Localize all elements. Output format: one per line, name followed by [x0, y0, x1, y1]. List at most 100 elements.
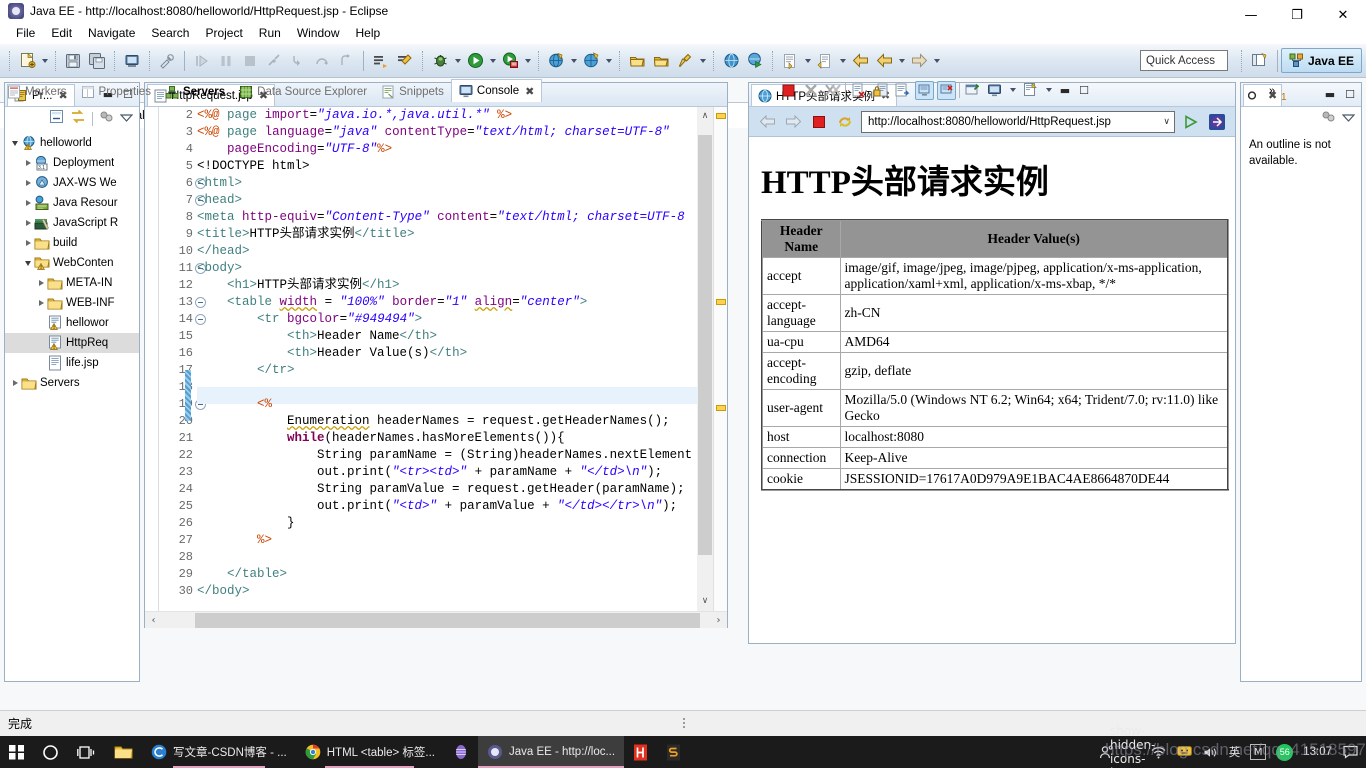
tab-servers[interactable]: Servers	[158, 81, 232, 102]
ime-icon[interactable]	[1177, 744, 1193, 760]
tree-item-meta-in[interactable]: META-IN	[5, 273, 139, 293]
code-line[interactable]: </table>	[197, 566, 697, 583]
scroll-thumb[interactable]	[698, 135, 712, 555]
code-line[interactable]: out.print("<td>" + paramValue + "</td></…	[197, 498, 697, 515]
ime-mode-label[interactable]: M	[1250, 744, 1267, 760]
code-line[interactable]: <th>Header Name</th>	[197, 328, 697, 345]
code-line[interactable]: <title>HTTP头部请求实例</title>	[197, 226, 697, 243]
debug-icon[interactable]	[428, 49, 452, 73]
menu-run[interactable]: Run	[251, 24, 289, 42]
run-server-dropdown-icon[interactable]	[522, 50, 533, 72]
editor-horizontal-scrollbar[interactable]: ‹ ›	[145, 611, 727, 628]
print-icon[interactable]	[120, 49, 144, 73]
tree-item-web-inf[interactable]: WEB-INF	[5, 293, 139, 313]
code-line[interactable]: out.print("<tr><td>" + paramName + "</td…	[197, 464, 697, 481]
remove-all-launches-icon[interactable]	[823, 81, 842, 100]
tree-item-jax-ws-we[interactable]: JAX-WS We	[5, 173, 139, 193]
previous-annotation-dropdown-icon[interactable]	[802, 50, 813, 72]
menu-search[interactable]: Search	[143, 24, 197, 42]
back-icon[interactable]	[848, 49, 872, 73]
code-content[interactable]: <%@ page import="java.io.*,java.util.*" …	[197, 107, 697, 628]
web-browser-icon[interactable]	[719, 49, 743, 73]
tree-item-javascript-r[interactable]: JavaScript R	[5, 213, 139, 233]
pin-console-icon[interactable]	[963, 81, 982, 100]
tab-markers[interactable]: Markers	[0, 81, 74, 102]
code-line[interactable]: <%@ page language="java" contentType="te…	[197, 124, 697, 141]
forward-dropdown-icon[interactable]	[931, 50, 942, 72]
code-line[interactable]: <tr bgcolor="#949494">	[197, 311, 697, 328]
chevron-right-icon[interactable]	[35, 280, 47, 286]
windows-start-icon[interactable]	[0, 736, 33, 768]
chevron-right-icon[interactable]	[22, 220, 34, 226]
stop-icon[interactable]	[809, 112, 829, 132]
perspective-tab-javaee[interactable]: Java EE	[1280, 48, 1362, 73]
search-icon[interactable]	[673, 49, 697, 73]
run-on-server-icon[interactable]	[743, 49, 767, 73]
code-line[interactable]: while(headerNames.hasMoreElements()){	[197, 430, 697, 447]
editor-overview-ruler[interactable]	[713, 107, 727, 628]
back-dropdown-icon[interactable]	[896, 50, 907, 72]
run-dropdown-icon[interactable]	[487, 50, 498, 72]
open-type-icon[interactable]	[625, 49, 649, 73]
code-line[interactable]	[197, 379, 697, 396]
tree-item-hellowor[interactable]: hellowor	[5, 313, 139, 333]
code-line[interactable]: <h1>HTTP头部请求实例</h1>	[197, 277, 697, 294]
menu-window[interactable]: Window	[289, 24, 348, 42]
forward-arrow-icon[interactable]	[783, 112, 803, 132]
tree-item-httpreq[interactable]: HttpReq	[5, 333, 139, 353]
code-line[interactable]: <table width = "100%" border="1" align="…	[197, 294, 697, 311]
code-line[interactable]: <%	[197, 396, 697, 413]
action-center-icon[interactable]	[1342, 744, 1358, 760]
run-server-icon[interactable]	[498, 49, 522, 73]
scroll-down-icon[interactable]: ∨	[697, 592, 713, 610]
tree-item-build[interactable]: build	[5, 233, 139, 253]
tree-item-servers[interactable]: Servers	[5, 373, 139, 393]
go-icon[interactable]	[1181, 112, 1201, 132]
maximize-view-button[interactable]: ☐	[1076, 82, 1092, 98]
chevron-right-icon[interactable]	[22, 180, 34, 186]
menu-help[interactable]: Help	[348, 24, 389, 42]
back-arrow-icon[interactable]	[757, 112, 777, 132]
next-annotation-dropdown-icon[interactable]	[837, 50, 848, 72]
code-line[interactable]: String paramValue = request.getHeader(pa…	[197, 481, 697, 498]
open-console-icon[interactable]	[1021, 81, 1040, 100]
notification-badge[interactable]: 56	[1276, 743, 1294, 761]
new-wizard-icon[interactable]	[15, 49, 39, 73]
scroll-thumb[interactable]	[195, 613, 700, 628]
tab-data-source-explorer[interactable]: Data Source Explorer	[232, 81, 374, 102]
tree-item-helloworld[interactable]: helloworld	[5, 133, 139, 153]
tab-outline[interactable]: ✖	[1243, 84, 1283, 106]
scroll-lock-icon[interactable]	[871, 81, 890, 100]
display-selected-console-dropdown-icon[interactable]	[1007, 79, 1018, 101]
open-perspective-icon[interactable]	[1248, 49, 1270, 71]
code-line[interactable]: <%@ page import="java.io.*,java.util.*" …	[197, 107, 697, 124]
code-line[interactable]: </head>	[197, 243, 697, 260]
taskbar-item-eclipse[interactable]: Java EE - http://loc...	[477, 736, 625, 768]
scroll-left-icon[interactable]: ‹	[145, 612, 162, 629]
code-line[interactable]: <body>	[197, 260, 697, 277]
chevron-down-icon[interactable]: ∨	[1163, 117, 1170, 127]
cortana-search-icon[interactable]	[33, 736, 68, 768]
word-wrap-icon[interactable]	[893, 81, 912, 100]
volume-icon[interactable]	[1203, 744, 1219, 760]
code-line[interactable]: </tr>	[197, 362, 697, 379]
open-external-browser-icon[interactable]	[1207, 112, 1227, 132]
new-java-class-icon[interactable]	[393, 49, 417, 73]
show-console-on-output-icon[interactable]	[915, 80, 934, 100]
quick-access-input[interactable]: Quick Access	[1140, 50, 1228, 71]
tree-item-java-resour[interactable]: Java Resour	[5, 193, 139, 213]
menu-edit[interactable]: Edit	[43, 24, 80, 42]
overflow-indicator[interactable]: »	[1269, 85, 1275, 97]
new-dynamic-project-icon[interactable]	[579, 49, 603, 73]
code-line[interactable]: <!DOCTYPE html>	[197, 158, 697, 175]
maximize-view-button[interactable]: ☐	[1342, 86, 1358, 102]
open-console-dropdown-icon[interactable]	[1043, 79, 1054, 101]
menu-navigate[interactable]: Navigate	[80, 24, 143, 42]
url-input[interactable]: http://localhost:8080/helloworld/HttpReq…	[861, 110, 1175, 133]
taskbar-item-h-app[interactable]	[624, 736, 657, 768]
forward-nav-icon[interactable]	[872, 49, 896, 73]
code-line[interactable]: pageEncoding="UTF-8"%>	[197, 141, 697, 158]
editor-body[interactable]: 2345678910111213141516171819202122232425…	[145, 107, 727, 628]
view-menu-icon[interactable]	[119, 110, 134, 128]
code-line[interactable]: Enumeration headerNames = request.getHea…	[197, 413, 697, 430]
